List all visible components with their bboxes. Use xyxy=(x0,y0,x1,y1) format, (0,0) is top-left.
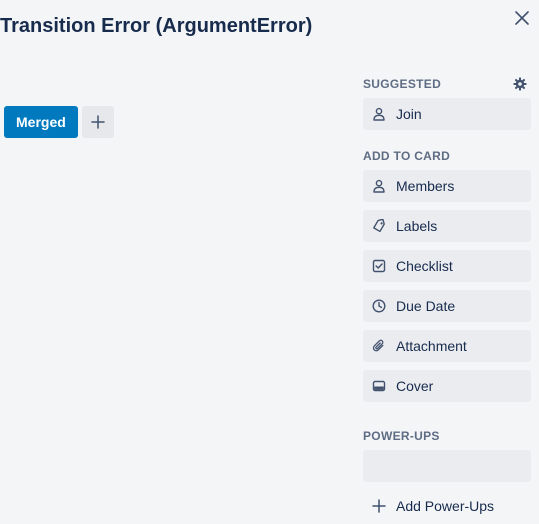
power-up-placeholder xyxy=(363,450,531,482)
suggested-heading: SUGGESTED xyxy=(363,77,442,91)
gear-icon xyxy=(513,77,527,91)
tag-icon xyxy=(372,219,386,233)
attachment-button[interactable]: Attachment xyxy=(363,330,531,362)
attachment-label: Attachment xyxy=(396,338,467,354)
power-ups-heading: POWER-UPS xyxy=(363,429,440,443)
cover-icon xyxy=(372,379,386,393)
due-date-button[interactable]: Due Date xyxy=(363,290,531,322)
paperclip-icon xyxy=(372,339,386,353)
add-power-ups-button[interactable]: Add Power-Ups xyxy=(363,490,531,522)
labels-label: Labels xyxy=(396,218,438,234)
checkbox-icon xyxy=(372,259,386,273)
join-label: Join xyxy=(396,106,422,122)
members-button[interactable]: Members xyxy=(363,170,531,202)
cover-label: Cover xyxy=(396,378,434,394)
clock-icon xyxy=(372,299,386,313)
members-label: Members xyxy=(396,178,455,194)
label-chip-merged[interactable]: Merged xyxy=(4,106,78,138)
checklist-button[interactable]: Checklist xyxy=(363,250,531,282)
checklist-label: Checklist xyxy=(396,258,453,274)
plus-icon xyxy=(372,499,386,513)
cover-button[interactable]: Cover xyxy=(363,370,531,402)
suggested-settings-button[interactable] xyxy=(510,74,530,94)
person-icon xyxy=(372,179,386,193)
close-icon xyxy=(515,11,529,25)
add-power-ups-label: Add Power-Ups xyxy=(396,498,495,514)
labels-button[interactable]: Labels xyxy=(363,210,531,242)
plus-icon xyxy=(91,115,105,129)
labels-row: Merged xyxy=(4,106,114,138)
join-button[interactable]: Join xyxy=(363,98,531,130)
due-date-label: Due Date xyxy=(396,298,456,314)
person-icon xyxy=(372,107,386,121)
card-detail-window: Transition Error (ArgumentError) Merged … xyxy=(0,0,539,524)
add-label-button[interactable] xyxy=(81,106,114,138)
close-button[interactable] xyxy=(510,6,534,30)
card-title[interactable]: Transition Error (ArgumentError) xyxy=(0,12,312,40)
add-to-card-heading: ADD TO CARD xyxy=(363,149,451,163)
